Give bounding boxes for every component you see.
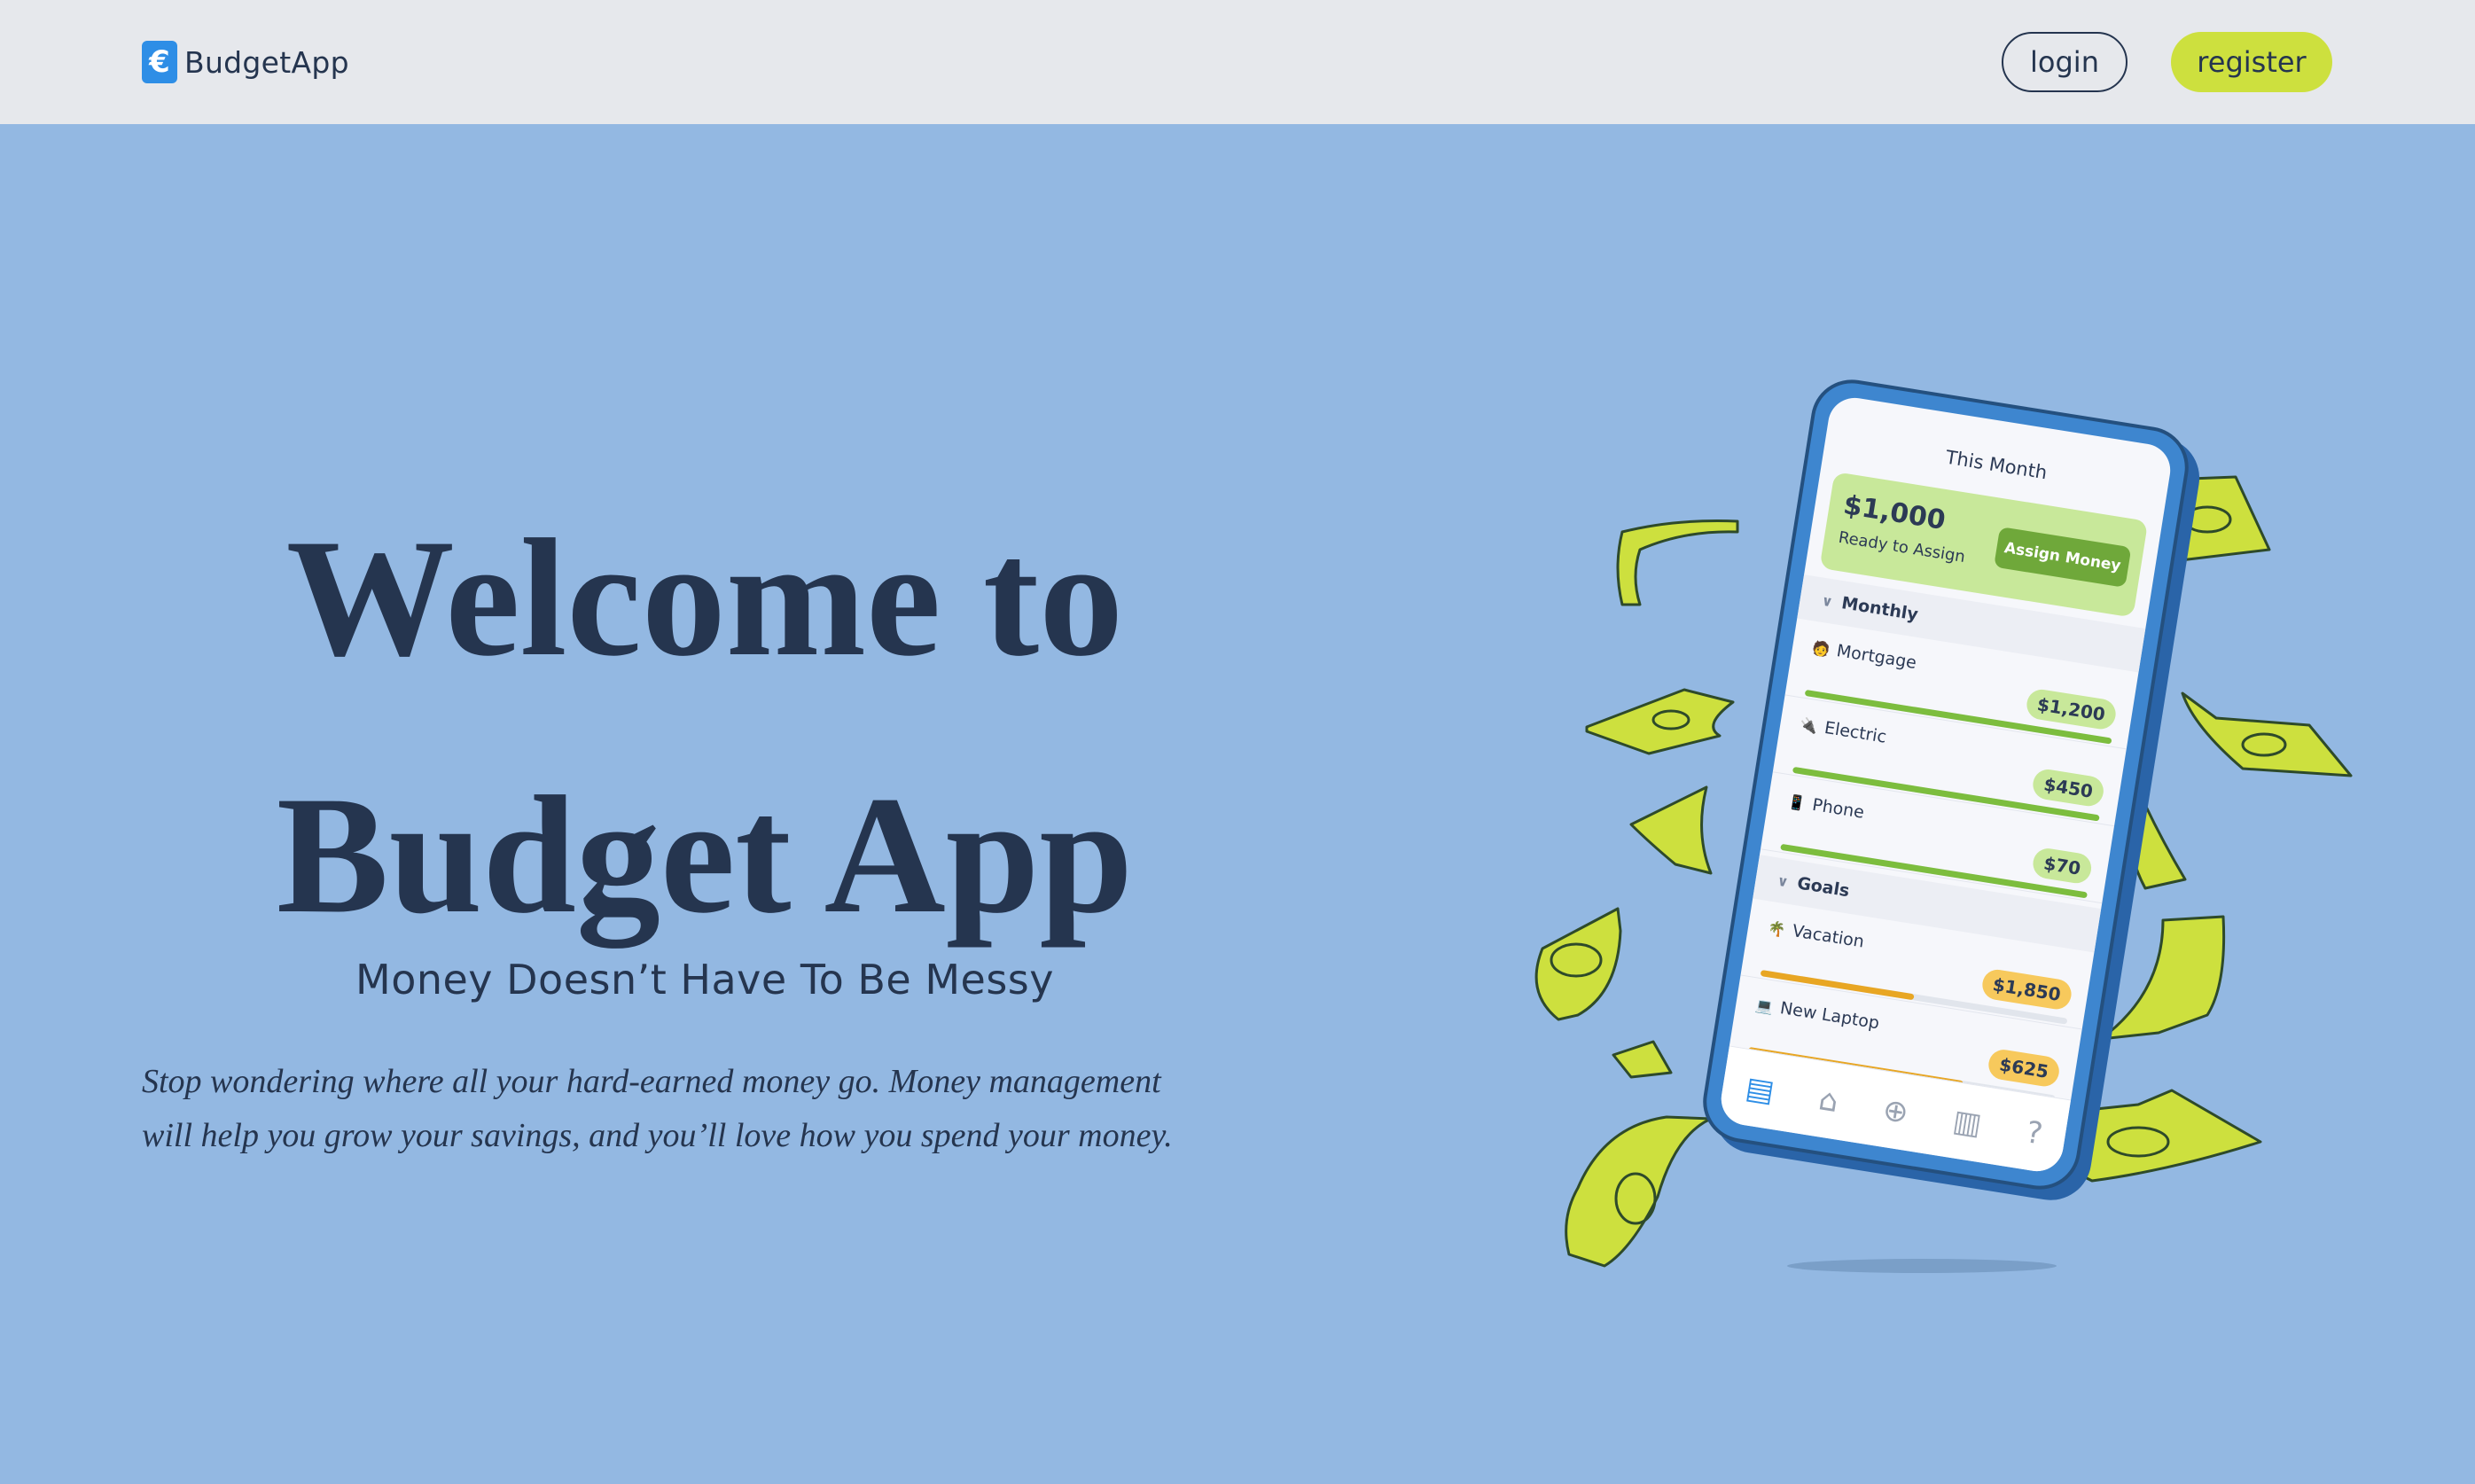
money-bill-icon [1585,688,1735,755]
hero-title: Welcome to Budget App [142,470,1268,984]
money-bill-icon [2129,803,2187,890]
login-button[interactable]: login [2002,32,2128,92]
goal-amount: $625 [1987,1047,2062,1089]
reports-icon[interactable]: ▥ [1950,1103,1984,1143]
group-name: Goals [1795,873,1851,902]
brand-logo-link[interactable]: € BudgetApp [142,40,349,84]
euro-icon: € [142,41,177,83]
category-amount: $450 [2031,767,2106,808]
ready-caption: Ready to Assign [1837,527,1967,567]
hero-description: Stop wondering where all your hard-earne… [142,1055,1268,1163]
chevron-down-icon: ∨ [1820,591,1835,610]
register-button[interactable]: register [2171,32,2332,92]
hero-description-line-1: Stop wondering where all your hard-earne… [142,1063,1161,1100]
ready-amount: $1,000 [1841,489,1948,537]
hero-subtitle: Money Doesn’t Have To Be Messy [355,956,1054,1004]
hero-description-line-2: will help you grow your savings, and you… [142,1117,1173,1154]
plug-icon: 🔌 [1799,715,1819,736]
money-bill-icon [1612,1040,1673,1079]
assign-money-button[interactable]: Assign Money [1994,527,2132,588]
bank-icon[interactable]: ⌂ [1816,1082,1841,1120]
money-bill-icon [2099,915,2226,1041]
category-amount: $70 [2031,846,2094,886]
category-label: Mortgage [1835,641,1918,673]
hero-title-line-2: Budget App [276,762,1134,949]
top-navbar: € BudgetApp login register [0,0,2475,124]
hero-title-line-1: Welcome to [285,505,1124,691]
category-amount: $1,200 [2024,687,2119,731]
laptop-icon: 💻 [1754,996,1775,1016]
help-icon[interactable]: ? [2024,1114,2045,1152]
hero-illustration: This Month $1,000 Ready to Assign Assign… [1472,372,2376,1294]
chevron-down-icon: ∨ [1776,871,1791,890]
budget-icon[interactable]: ▤ [1743,1070,1776,1110]
phone-icon: 📱 [1786,793,1807,813]
goal-label: Vacation [1791,921,1866,952]
brand-name: BudgetApp [184,44,349,80]
money-bill-icon [1629,785,1713,875]
goal-label: New Laptop [1778,998,1881,1034]
person-icon: 🧑 [1810,638,1831,659]
money-bill-icon [1534,907,1622,1021]
money-bill-icon [1565,1115,1713,1268]
phone-shadow [1787,1259,2057,1273]
add-icon[interactable]: ⊕ [1880,1091,1910,1130]
palm-tree-icon: 🌴 [1766,918,1787,939]
group-name: Monthly [1839,593,1920,625]
goal-amount: $1,850 [1979,967,2074,1011]
money-bill-icon [1616,519,1739,606]
category-label: Phone [1810,794,1866,823]
category-label: Electric [1823,717,1888,747]
